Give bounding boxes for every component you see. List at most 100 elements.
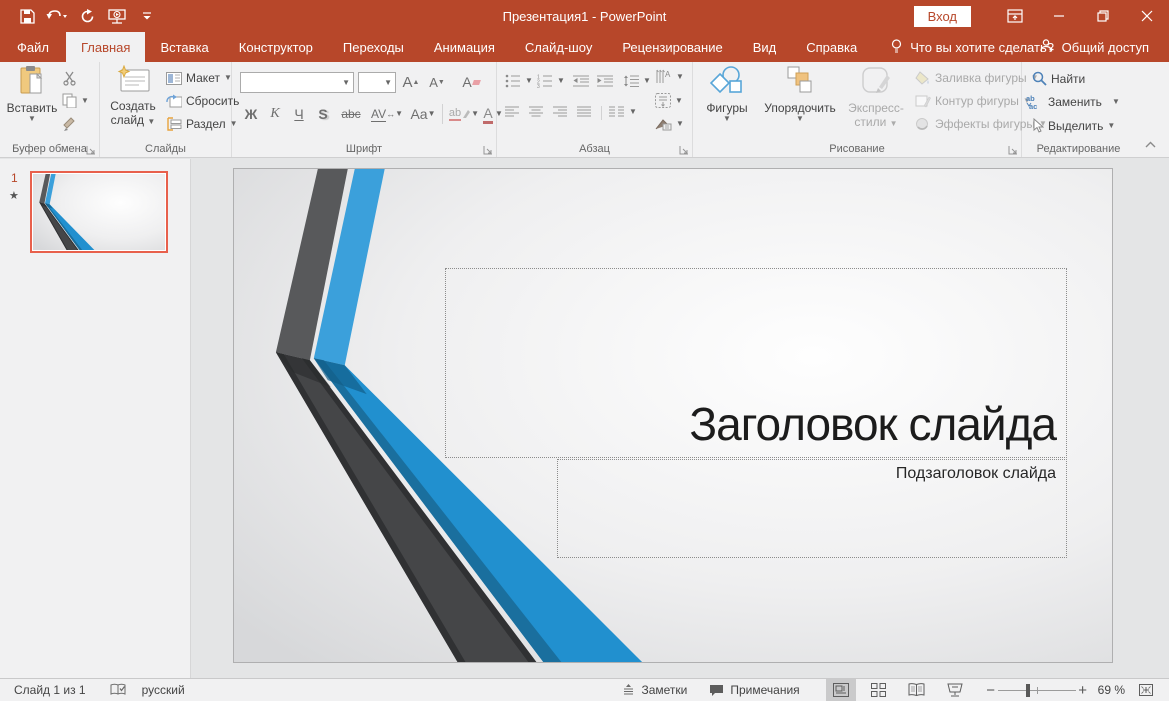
tab-view[interactable]: Вид — [738, 32, 792, 62]
save-icon[interactable] — [14, 4, 40, 28]
highlight-color-button[interactable]: ab▼ — [448, 103, 480, 125]
italic-button[interactable]: К — [264, 103, 286, 125]
tab-help[interactable]: Справка — [791, 32, 872, 62]
zoom-in-button[interactable]: + — [1076, 682, 1090, 699]
slide-editor[interactable]: Заголовок слайда Подзаголовок слайда — [233, 168, 1113, 663]
font-dialog-launcher[interactable] — [483, 143, 493, 153]
font-size-combobox[interactable]: ▼ — [358, 72, 396, 93]
quick-styles-button[interactable]: Экспресс- стили ▼ — [845, 65, 907, 129]
zoom-level[interactable]: 69 % — [1098, 683, 1125, 697]
bold-button[interactable]: Ж — [240, 103, 262, 125]
title-placeholder[interactable]: Заголовок слайда — [445, 268, 1067, 458]
clear-formatting-button[interactable]: А — [460, 71, 482, 93]
paste-dropdown[interactable]: ▼ — [28, 115, 36, 123]
text-direction-button[interactable]: A▼ — [655, 69, 684, 84]
paragraph-dialog-launcher[interactable] — [679, 143, 689, 153]
align-text-button[interactable]: ▼ — [655, 93, 683, 108]
ribbon-tabs: Файл Главная Вставка Конструктор Переход… — [0, 32, 1169, 62]
group-clipboard: Вставить ▼ ▼ Буфер обмена — [0, 62, 100, 157]
tab-slideshow[interactable]: Слайд-шоу — [510, 32, 607, 62]
language-indicator[interactable]: русский — [142, 683, 185, 697]
group-drawing: Фигуры ▼ Упорядочить ▼ Экспресс- стили ▼… — [693, 62, 1022, 157]
sign-in-button[interactable]: Вход — [914, 6, 971, 27]
close-button[interactable] — [1125, 0, 1169, 32]
zoom-out-button[interactable]: − — [984, 682, 998, 699]
shape-outline-button[interactable]: Контур фигуры▼ — [915, 94, 1031, 108]
group-editing: Найти abac Заменить▼ Выделить▼ Редактиро… — [1022, 62, 1135, 157]
share-button[interactable]: Общий доступ — [1039, 32, 1149, 62]
slide-counter[interactable]: Слайд 1 из 1 — [14, 683, 86, 697]
strikethrough-button[interactable]: abc — [336, 103, 366, 125]
decrease-indent-button[interactable] — [573, 74, 590, 88]
zoom-slider[interactable] — [998, 679, 1076, 701]
tab-animations[interactable]: Анимация — [419, 32, 510, 62]
shapes-icon — [710, 65, 744, 98]
replace-button[interactable]: abac Заменить▼ — [1026, 94, 1120, 109]
align-right-button[interactable] — [553, 106, 568, 118]
find-button[interactable]: Найти — [1032, 71, 1085, 86]
new-slide-label-1: Создать — [110, 99, 156, 113]
slide-1-thumbnail[interactable] — [30, 171, 168, 253]
zoom-slider-thumb[interactable] — [1026, 684, 1030, 697]
convert-smartart-button[interactable]: ▼ — [655, 117, 684, 131]
tab-insert[interactable]: Вставка — [145, 32, 223, 62]
justify-button[interactable] — [577, 106, 592, 118]
line-spacing-button[interactable]: ▼ — [623, 74, 651, 88]
tab-review[interactable]: Рецензирование — [607, 32, 737, 62]
arrange-button[interactable]: Упорядочить ▼ — [757, 65, 843, 123]
shrink-font-button[interactable]: А▼ — [426, 71, 448, 93]
slide-sorter-view-button[interactable] — [864, 679, 894, 701]
bullets-button[interactable]: ▼ — [505, 74, 533, 88]
drawing-dialog-launcher[interactable] — [1008, 143, 1018, 153]
slideshow-view-button[interactable] — [940, 679, 970, 701]
tab-file[interactable]: Файл — [0, 32, 66, 62]
align-center-button[interactable] — [529, 106, 544, 118]
reading-view-button[interactable] — [902, 679, 932, 701]
tab-design[interactable]: Конструктор — [224, 32, 328, 62]
paste-button[interactable]: Вставить ▼ — [6, 65, 58, 123]
group-label-clipboard: Буфер обмена — [0, 143, 99, 155]
undo-icon[interactable] — [44, 4, 70, 28]
slide-title-text[interactable]: Заголовок слайда — [689, 397, 1056, 451]
redo-icon[interactable] — [74, 4, 100, 28]
format-painter-button[interactable] — [62, 116, 78, 132]
comments-toggle[interactable]: Примечания — [709, 683, 799, 697]
shape-fill-button[interactable]: Заливка фигуры▼ — [915, 71, 1039, 85]
change-case-button[interactable]: Aa▼ — [408, 103, 438, 125]
character-spacing-button[interactable]: AV↔▼ — [370, 103, 404, 125]
underline-button[interactable]: Ч — [288, 103, 310, 125]
section-button[interactable]: Раздел▼ — [166, 117, 238, 131]
numbering-button[interactable]: 123▼ — [537, 74, 565, 88]
new-slide-button[interactable]: Создать слайд ▼ — [104, 65, 162, 127]
slide-subtitle-text[interactable]: Подзаголовок слайда — [896, 465, 1056, 483]
restore-button[interactable] — [1081, 0, 1125, 32]
text-shadow-button[interactable]: S — [312, 103, 334, 125]
minimize-button[interactable] — [1037, 0, 1081, 32]
shapes-button[interactable]: Фигуры ▼ — [699, 65, 755, 123]
main-area: 1 ★ Заголовок слайда Подзаголовок слайда — [0, 159, 1169, 678]
tab-home[interactable]: Главная — [66, 32, 145, 62]
increase-indent-button[interactable] — [597, 74, 614, 88]
ribbon-display-options-icon[interactable] — [993, 0, 1037, 32]
normal-view-button[interactable] — [826, 679, 856, 701]
subtitle-placeholder[interactable]: Подзаголовок слайда — [557, 459, 1067, 558]
layout-button[interactable]: Макет▼ — [166, 71, 232, 85]
clipboard-dialog-launcher[interactable] — [86, 143, 96, 153]
copy-button[interactable]: ▼ — [62, 93, 89, 108]
spellcheck-icon[interactable] — [110, 683, 126, 697]
customize-qat-icon[interactable] — [134, 4, 160, 28]
reset-button[interactable]: Сбросить — [166, 94, 239, 108]
columns-button[interactable]: ▼ — [609, 106, 637, 118]
group-label-drawing: Рисование — [693, 143, 1021, 155]
tab-transitions[interactable]: Переходы — [328, 32, 419, 62]
align-left-button[interactable] — [505, 106, 520, 118]
start-slideshow-icon[interactable] — [104, 4, 130, 28]
select-button[interactable]: Выделить▼ — [1032, 118, 1115, 133]
notes-toggle[interactable]: Заметки — [622, 683, 687, 697]
grow-font-button[interactable]: А▲ — [400, 71, 422, 93]
copy-dropdown[interactable]: ▼ — [81, 97, 89, 105]
collapse-ribbon-icon[interactable] — [1141, 137, 1159, 151]
fit-slide-to-window-button[interactable] — [1131, 679, 1161, 701]
cut-button[interactable] — [62, 70, 78, 86]
font-name-combobox[interactable]: ▼ — [240, 72, 354, 93]
